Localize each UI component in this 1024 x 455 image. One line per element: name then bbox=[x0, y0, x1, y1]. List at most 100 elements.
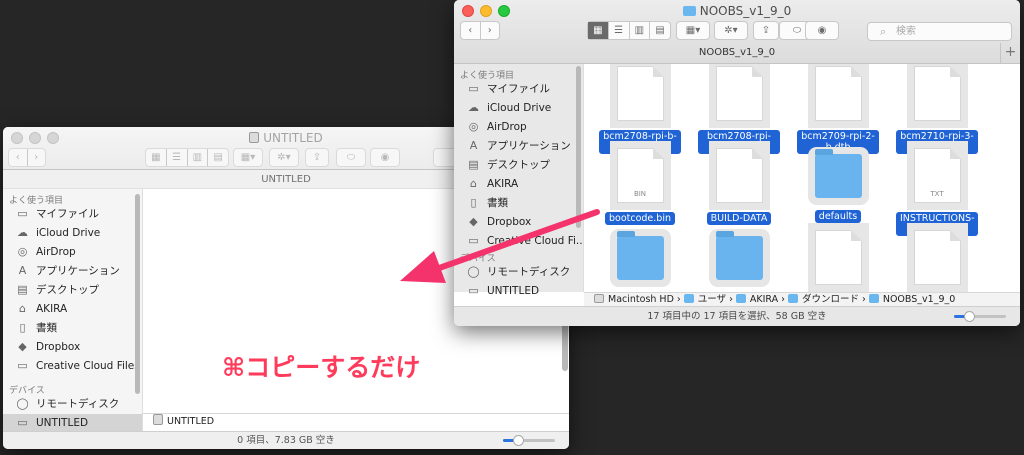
sidebar-item-label: AirDrop bbox=[487, 121, 527, 133]
back-forward-buttons[interactable]: ‹ › bbox=[460, 21, 500, 40]
document-icon: TXT bbox=[913, 148, 961, 203]
sidebar-item[interactable]: ▯ 書類 bbox=[3, 319, 142, 338]
sidebar-item-label: マイファイル bbox=[487, 83, 550, 95]
sidebar-item[interactable]: ▭ Creative Cloud Fi... bbox=[454, 232, 583, 251]
file-ext: BIN bbox=[633, 190, 647, 198]
document-icon bbox=[616, 66, 664, 121]
arrange-button[interactable]: ▦▾ bbox=[233, 148, 263, 167]
arrange-button[interactable]: ▦▾ bbox=[676, 21, 710, 40]
sidebar-item-label: UNTITLED bbox=[487, 285, 540, 297]
sidebar-item[interactable]: ▭ マイファイル bbox=[454, 80, 583, 99]
sidebar-item[interactable]: ◆ Dropbox bbox=[454, 213, 583, 232]
path-separator-icon: › bbox=[859, 294, 869, 305]
remote-disc-icon: ◯ bbox=[467, 265, 480, 278]
sidebar-scrollbar[interactable] bbox=[135, 194, 140, 394]
folder-icon bbox=[787, 294, 798, 303]
file-item[interactable]: BUILD-DATA bbox=[687, 148, 791, 225]
sidebar-item[interactable]: ▯ 書類 bbox=[454, 194, 583, 213]
sidebar-item[interactable]: ⌂ AKIRA bbox=[454, 175, 583, 194]
drive-icon bbox=[594, 294, 604, 303]
tag-icon[interactable]: ⬭ bbox=[336, 148, 366, 167]
column-view-icon: ▥ bbox=[630, 22, 651, 39]
document-icon: BIN bbox=[616, 148, 664, 203]
favorites-header: よく使う項目 bbox=[9, 196, 64, 206]
sidebar-item[interactable]: ☁ iCloud Drive bbox=[3, 224, 142, 243]
icon-size-slider[interactable] bbox=[954, 311, 1006, 322]
favorites-header: よく使う項目 bbox=[460, 71, 515, 81]
front-finder-window[interactable]: NOOBS_v1_9_0 ‹ › ▦ ☰ ▥ ▤ ▦▾ ✲▾ ⇪ ⬭ ◉ ⌕ 検索 NOO… bbox=[454, 0, 1020, 326]
folder-icon: ▭ bbox=[468, 234, 479, 247]
sidebar-item[interactable]: ▤ デスクトップ bbox=[3, 281, 142, 300]
file-item[interactable]: TXTINSTRUCTIONS-README.txt bbox=[885, 148, 989, 236]
sidebar-scrollbar[interactable] bbox=[576, 66, 581, 228]
caption-text: ⌘コピーするだけ bbox=[222, 353, 421, 382]
folder-icon bbox=[715, 231, 763, 280]
icon-size-slider[interactable] bbox=[503, 435, 555, 446]
file-item[interactable]: bcm2709-rpi-2-b.dtb bbox=[786, 66, 890, 154]
path-segment[interactable]: NOOBS_v1_9_0 bbox=[883, 294, 955, 305]
dropbox-icon: ◆ bbox=[18, 340, 27, 353]
sidebar-item[interactable]: ◯ リモートディスク bbox=[454, 263, 583, 282]
sidebar-item[interactable]: ☁ iCloud Drive bbox=[454, 99, 583, 118]
view-mode-buttons[interactable]: ▦ ☰ ▥ ▤ bbox=[145, 148, 229, 167]
path-segment[interactable]: AKIRA bbox=[750, 294, 778, 305]
folder-icon bbox=[814, 149, 862, 198]
sidebar-item-label: Creative Cloud Files bbox=[36, 360, 140, 372]
sidebar-item-label: リモートディスク bbox=[36, 398, 120, 410]
sidebar-item[interactable]: ◯ リモートディスク bbox=[3, 395, 142, 414]
sidebar-item[interactable]: A アプリケーション bbox=[3, 262, 142, 281]
sidebar-item[interactable]: ▭ マイファイル bbox=[3, 205, 142, 224]
file-item[interactable]: recovery.cmdline bbox=[885, 230, 989, 292]
cloud-icon: ☁ bbox=[468, 101, 479, 114]
share-icon[interactable]: ⇪ bbox=[753, 21, 779, 40]
quicklook-eye-icon[interactable]: ◉ bbox=[370, 148, 400, 167]
folder-icon bbox=[616, 231, 664, 280]
sidebar-item-label: AKIRA bbox=[36, 303, 68, 315]
folder-icon bbox=[735, 294, 746, 303]
action-gear-button[interactable]: ✲▾ bbox=[269, 148, 299, 167]
airdrop-icon: ◎ bbox=[17, 245, 28, 258]
sidebar-item[interactable]: ◎ AirDrop bbox=[3, 243, 142, 262]
path-segment[interactable]: Macintosh HD bbox=[608, 294, 674, 305]
airdrop-icon: ◎ bbox=[468, 120, 479, 133]
window-title: NOOBS_v1_9_0 bbox=[454, 4, 1020, 18]
drive-icon: ▭ bbox=[17, 416, 28, 429]
sidebar-item[interactable]: ▤ デスクトップ bbox=[454, 156, 583, 175]
list-view-icon: ☰ bbox=[167, 149, 188, 166]
back-icon: ‹ bbox=[461, 22, 481, 39]
file-item[interactable]: bcm2710-rpi-3-b.dtb bbox=[885, 66, 989, 154]
drive-icon bbox=[249, 132, 260, 143]
tab-title: NOOBS_v1_9_0 + bbox=[454, 43, 1020, 63]
action-gear-button[interactable]: ✲▾ bbox=[714, 21, 748, 40]
sidebar-item[interactable]: ◆ Dropbox bbox=[3, 338, 142, 357]
sidebar-item[interactable]: ◎ AirDrop bbox=[454, 118, 583, 137]
file-item[interactable]: defaults bbox=[786, 148, 890, 223]
sidebar-item[interactable]: A アプリケーション bbox=[454, 137, 583, 156]
document-icon bbox=[715, 148, 763, 203]
file-item[interactable]: bcm2708-rpi-b-plus.dtb bbox=[588, 66, 692, 154]
path-segment[interactable]: ダウンロード bbox=[802, 294, 859, 305]
sidebar-item[interactable]: ⌂ AKIRA bbox=[3, 300, 142, 319]
search-field[interactable]: ⌕ 検索 bbox=[867, 22, 1012, 41]
sidebar-item-label: AKIRA bbox=[487, 178, 519, 190]
file-grid[interactable]: bcm2708-rpi-b-plus.dtbbcm2708-rpi-b.dtbb… bbox=[584, 64, 1020, 292]
file-item[interactable]: os bbox=[588, 230, 692, 292]
file-item[interactable]: RECOVERY_FILES_D bbox=[786, 230, 890, 292]
new-tab-button[interactable]: + bbox=[1000, 43, 1020, 63]
sidebar-item[interactable]: ▭ Creative Cloud Files bbox=[3, 357, 142, 376]
sidebar-item[interactable]: ▭ UNTITLED bbox=[454, 282, 583, 301]
file-item[interactable]: bcm2708-rpi-b.dtb bbox=[687, 66, 791, 154]
sidebar-item-label: iCloud Drive bbox=[36, 227, 101, 239]
documents-icon: ▯ bbox=[470, 196, 477, 209]
all-files-icon: ▭ bbox=[17, 207, 28, 220]
back-forward-buttons[interactable]: ‹ › bbox=[8, 148, 46, 167]
view-mode-buttons[interactable]: ▦ ☰ ▥ ▤ bbox=[587, 21, 671, 40]
file-item[interactable]: BIN bootcode.bin bbox=[588, 148, 692, 225]
devices-header: デバイス bbox=[9, 386, 45, 396]
path-segment[interactable]: ユーザ bbox=[698, 294, 726, 305]
cover-flow-icon: ▤ bbox=[655, 25, 665, 36]
share-icon[interactable]: ⇪ bbox=[305, 148, 329, 167]
sidebar-item-label: AirDrop bbox=[36, 246, 76, 258]
quicklook-eye-icon[interactable]: ◉ bbox=[805, 21, 839, 40]
file-item[interactable]: overlays bbox=[687, 230, 791, 292]
